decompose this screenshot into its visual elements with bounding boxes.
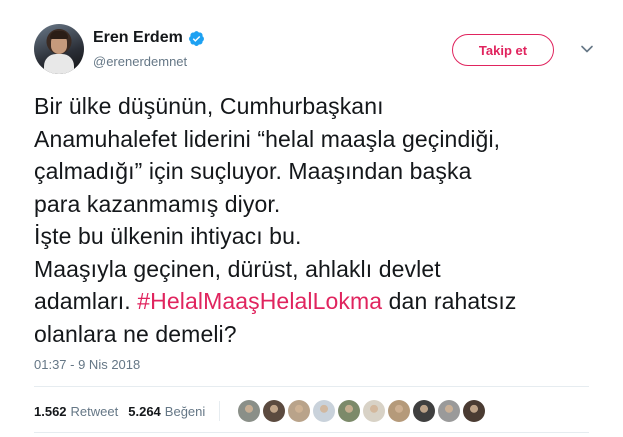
chevron-down-icon[interactable] [580, 42, 594, 56]
liker-avatar-1[interactable] [238, 400, 260, 422]
stats-separator [219, 401, 221, 421]
tweet-text-before: Bir ülke düşünün, Cumhurbaşkanı Anamuhal… [34, 93, 501, 314]
retweet-label[interactable]: Retweet [71, 404, 119, 419]
avatar[interactable] [34, 24, 84, 74]
user-handle[interactable]: @erenerdemnet [93, 54, 187, 69]
hashtag-link[interactable]: #HelalMaaşHelalLokma [137, 288, 382, 314]
retweet-count[interactable]: 1.562 [34, 404, 67, 419]
divider [34, 386, 589, 387]
liker-avatar-9[interactable] [438, 400, 460, 422]
tweet-card: Eren Erdem @erenerdemnet Takip et Bir ül… [0, 0, 623, 437]
verified-badge-icon [188, 30, 205, 47]
display-name[interactable]: Eren Erdem [93, 29, 183, 47]
liker-avatar-7[interactable] [388, 400, 410, 422]
likers-avatars [238, 400, 488, 422]
like-label[interactable]: Beğeni [165, 404, 205, 419]
tweet-timestamp[interactable]: 01:37 - 9 Nis 2018 [34, 357, 140, 372]
liker-avatar-2[interactable] [263, 400, 285, 422]
liker-avatar-8[interactable] [413, 400, 435, 422]
tweet-text: Bir ülke düşünün, Cumhurbaşkanı Anamuhal… [34, 90, 594, 350]
liker-avatar-5[interactable] [338, 400, 360, 422]
tweet-stats: 1.562 Retweet 5.264 Beğeni [34, 399, 234, 423]
divider [34, 432, 589, 433]
liker-avatar-4[interactable] [313, 400, 335, 422]
like-count[interactable]: 5.264 [128, 404, 161, 419]
tweet-header: Eren Erdem @erenerdemnet Takip et [34, 20, 604, 80]
avatar-shirt [44, 54, 74, 74]
avatar-hair [50, 31, 68, 39]
follow-button[interactable]: Takip et [452, 34, 554, 66]
liker-avatar-3[interactable] [288, 400, 310, 422]
liker-avatar-10[interactable] [463, 400, 485, 422]
name-row[interactable]: Eren Erdem [93, 29, 205, 47]
liker-avatar-6[interactable] [363, 400, 385, 422]
